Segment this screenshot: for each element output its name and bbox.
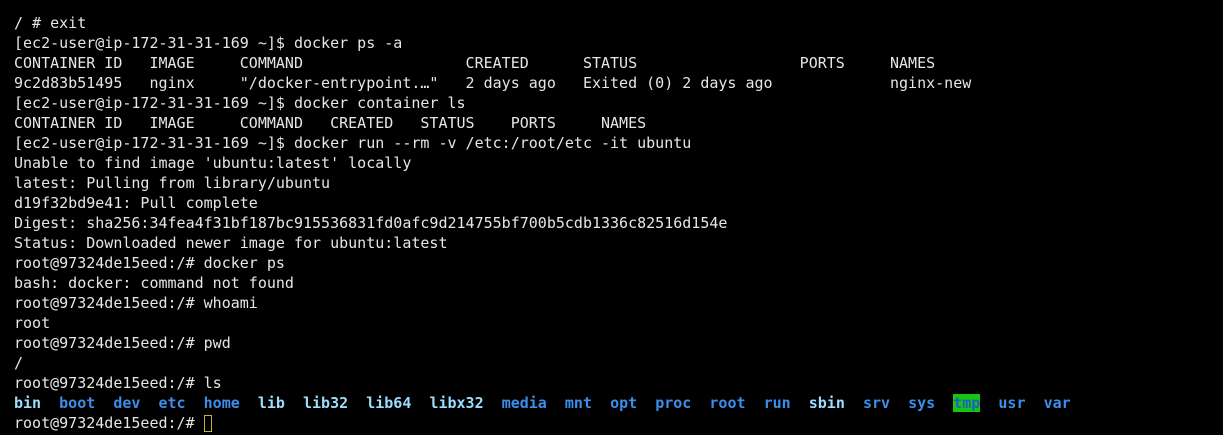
- ls-entry-lib64: lib64: [366, 394, 412, 412]
- current-prompt-line[interactable]: root@97324de15eed:/#: [14, 413, 1223, 433]
- output-line: latest: Pulling from library/ubuntu: [14, 174, 331, 192]
- output-line: d19f32bd9e41: Pull complete: [14, 194, 258, 212]
- prompt: root@97324de15eed:/#: [14, 414, 204, 432]
- ls-entry-mnt: mnt: [564, 394, 592, 412]
- ls-entry-lib32: lib32: [303, 394, 349, 412]
- output-line: root: [14, 314, 51, 332]
- ls-entry-bin: bin: [14, 394, 42, 412]
- command-line: [ec2-user@ip-172-31-31-169 ~]$ docker co…: [14, 94, 466, 112]
- ls-entry-etc: etc: [158, 394, 186, 412]
- table-header: CONTAINER ID IMAGE COMMAND CREATED STATU…: [14, 114, 647, 132]
- ls-entry-proc: proc: [655, 394, 692, 412]
- command-line: root@97324de15eed:/# pwd: [14, 334, 231, 352]
- ls-output-line: bin boot dev etc home lib lib32 lib64 li…: [14, 393, 1223, 413]
- cursor-block: [203, 415, 212, 432]
- output-line: Status: Downloaded newer image for ubunt…: [14, 234, 448, 252]
- ls-entry-libx32: libx32: [429, 394, 484, 412]
- output-line: bash: docker: command not found: [14, 274, 294, 292]
- command-line: root@97324de15eed:/# docker ps: [14, 254, 285, 272]
- ls-entry-sbin: sbin: [808, 394, 845, 412]
- output-line: / # exit: [14, 14, 87, 32]
- ls-entry-dev: dev: [113, 394, 141, 412]
- ls-entry-root: root: [709, 394, 746, 412]
- command-line: [ec2-user@ip-172-31-31-169 ~]$ docker ru…: [14, 134, 692, 152]
- table-row: 9c2d83b51495 nginx "/docker-entrypoint.……: [14, 74, 972, 92]
- ls-entry-media: media: [501, 394, 547, 412]
- ls-entry-opt: opt: [610, 394, 638, 412]
- ls-entry-boot: boot: [59, 394, 96, 412]
- command-line: root@97324de15eed:/# ls: [14, 374, 222, 392]
- command-line: root@97324de15eed:/# whoami: [14, 294, 258, 312]
- ls-entry-tmp: tmp: [953, 394, 981, 412]
- ls-entry-var: var: [1043, 394, 1071, 412]
- output-line: Unable to find image 'ubuntu:latest' loc…: [14, 154, 412, 172]
- terminal-output[interactable]: / # exit [ec2-user@ip-172-31-31-169 ~]$ …: [14, 13, 1223, 435]
- table-header: CONTAINER ID IMAGE COMMAND CREATED STATU…: [14, 54, 936, 72]
- output-line: /: [14, 354, 24, 372]
- command-line: [ec2-user@ip-172-31-31-169 ~]$ docker ps…: [14, 34, 403, 52]
- ls-entry-home: home: [203, 394, 240, 412]
- ls-entry-lib: lib: [257, 394, 285, 412]
- ls-entry-srv: srv: [862, 394, 891, 412]
- ls-entry-run: run: [763, 394, 791, 412]
- ls-entry-sys: sys: [908, 394, 936, 412]
- output-line: Digest: sha256:34fea4f31bf187bc915536831…: [14, 214, 728, 232]
- ls-entry-usr: usr: [998, 394, 1026, 412]
